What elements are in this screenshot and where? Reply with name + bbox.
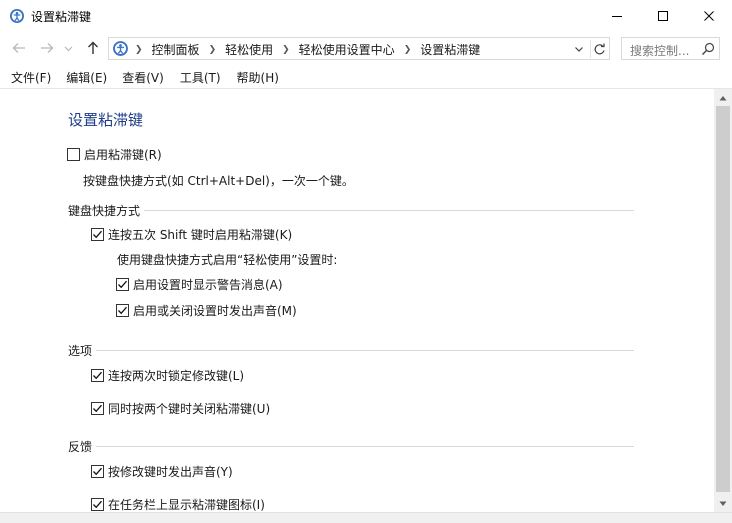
bottom-edge <box>0 512 732 523</box>
make-sound-option[interactable]: 启用或关闭设置时发出声音(M) <box>116 302 297 319</box>
address-history-button[interactable] <box>571 41 587 57</box>
shift-five-times-option[interactable]: 连按五次 Shift 键时启用粘滞键(K) <box>91 226 292 243</box>
options-section: 选项 <box>68 342 634 358</box>
checkmark-icon <box>118 280 127 289</box>
scroll-thumb[interactable] <box>716 106 730 492</box>
make-sound-label[interactable]: 启用或关闭设置时发出声音(M) <box>133 302 297 319</box>
minimize-icon <box>612 16 622 17</box>
lock-modifier-option[interactable]: 连按两次时锁定修改键(L) <box>91 367 244 384</box>
show-warning-option[interactable]: 启用设置时显示警告消息(A) <box>116 276 283 293</box>
triangle-up-icon <box>719 95 727 100</box>
section-title: 键盘快捷方式 <box>68 204 141 218</box>
section-divider <box>96 350 634 351</box>
feedback-section: 反馈 <box>68 438 634 454</box>
section-title: 反馈 <box>68 440 93 454</box>
shortcut-hint: 使用键盘快捷方式启用“轻松使用”设置时: <box>117 253 338 267</box>
minimize-button[interactable] <box>594 0 640 32</box>
search-box[interactable]: 搜索控制... <box>621 37 720 60</box>
scroll-up-button[interactable] <box>714 89 732 106</box>
enable-hint: 按键盘快捷方式(如 Ctrl+Alt+Del)，一次一个键。 <box>83 174 354 188</box>
chevron-right-icon[interactable]: ❯ <box>135 45 143 55</box>
turn-off-two-keys-option[interactable]: 同时按两个键时关闭粘滞键(U) <box>91 400 270 417</box>
scroll-down-button[interactable] <box>714 495 732 512</box>
breadcrumb-ease-of-access[interactable]: 轻松使用 <box>225 41 273 58</box>
breadcrumb-control-panel[interactable]: 控制面板 <box>152 41 200 58</box>
breadcrumb-ease-of-access-center[interactable]: 轻松使用设置中心 <box>299 41 395 58</box>
enable-sticky-keys-label[interactable]: 启用粘滞键(R) <box>84 146 162 163</box>
forward-button[interactable] <box>38 39 56 57</box>
modifier-sound-option[interactable]: 按修改键时发出声音(Y) <box>91 463 233 480</box>
address-bar[interactable]: ❯ 控制面板 ❯ 轻松使用 ❯ 轻松使用设置中心 ❯ 设置粘滞键 <box>108 37 610 60</box>
title-bar: 设置粘滞键 <box>0 0 732 32</box>
taskbar-icon-checkbox[interactable] <box>91 498 104 511</box>
chevron-right-icon[interactable]: ❯ <box>282 45 290 55</box>
vertical-scrollbar[interactable] <box>714 89 732 512</box>
menu-tools[interactable]: 工具(T) <box>180 66 221 88</box>
arrow-up-icon <box>88 41 98 54</box>
control-panel-icon <box>112 40 129 57</box>
chevron-down-icon <box>575 47 583 52</box>
section-title: 选项 <box>68 344 93 358</box>
taskbar-icon-option[interactable]: 在任务栏上显示粘滞键图标(I) <box>91 496 265 512</box>
refresh-button[interactable] <box>590 40 608 58</box>
menu-view[interactable]: 查看(V) <box>122 66 164 88</box>
back-button[interactable] <box>10 39 28 57</box>
chevron-right-icon[interactable]: ❯ <box>404 45 412 55</box>
breadcrumb-sticky-keys[interactable]: 设置粘滞键 <box>420 41 480 58</box>
chevron-down-icon <box>64 46 72 51</box>
lock-modifier-label[interactable]: 连按两次时锁定修改键(L) <box>108 367 244 384</box>
checkmark-icon <box>93 467 102 476</box>
keyboard-shortcut-section: 键盘快捷方式 <box>68 202 634 218</box>
shift-five-times-label[interactable]: 连按五次 Shift 键时启用粘滞键(K) <box>108 226 292 243</box>
show-warning-checkbox[interactable] <box>116 278 129 291</box>
search-icon[interactable] <box>700 41 716 57</box>
navigation-bar: ❯ 控制面板 ❯ 轻松使用 ❯ 轻松使用设置中心 ❯ 设置粘滞键 搜索控制... <box>0 32 732 64</box>
search-placeholder: 搜索控制... <box>630 44 690 58</box>
checkmark-icon <box>93 371 102 380</box>
section-divider <box>96 446 634 447</box>
up-button[interactable] <box>84 39 102 57</box>
window-title: 设置粘滞键 <box>31 10 92 24</box>
arrow-left-icon <box>12 43 25 53</box>
enable-sticky-keys-option[interactable]: 启用粘滞键(R) <box>67 146 162 163</box>
checkmark-icon <box>93 230 102 239</box>
recent-locations-button[interactable] <box>62 39 74 57</box>
turn-off-two-keys-checkbox[interactable] <box>91 402 104 415</box>
control-panel-icon <box>9 8 25 24</box>
arrow-right-icon <box>41 43 54 53</box>
close-button[interactable] <box>686 0 732 32</box>
lock-modifier-checkbox[interactable] <box>91 369 104 382</box>
checkmark-icon <box>93 404 102 413</box>
enable-sticky-keys-checkbox[interactable] <box>67 148 80 161</box>
menu-bar: 文件(F) 编辑(E) 查看(V) 工具(T) 帮助(H) <box>0 66 732 88</box>
menu-edit[interactable]: 编辑(E) <box>66 66 107 88</box>
refresh-icon <box>594 43 605 54</box>
chevron-right-icon[interactable]: ❯ <box>209 45 217 55</box>
settings-panel: 设置粘滞键 启用粘滞键(R) 按键盘快捷方式(如 Ctrl+Alt+Del)，一… <box>0 89 714 512</box>
page-title: 设置粘滞键 <box>68 111 144 129</box>
show-warning-label[interactable]: 启用设置时显示警告消息(A) <box>133 276 283 293</box>
maximize-button[interactable] <box>640 0 686 32</box>
checkmark-icon <box>93 500 102 509</box>
menu-help[interactable]: 帮助(H) <box>237 66 279 88</box>
breadcrumb: ❯ 控制面板 ❯ 轻松使用 ❯ 轻松使用设置中心 ❯ 设置粘滞键 <box>133 41 480 58</box>
triangle-down-icon <box>719 501 727 506</box>
maximize-icon <box>658 11 668 21</box>
checkmark-icon <box>118 306 127 315</box>
modifier-sound-label[interactable]: 按修改键时发出声音(Y) <box>108 463 233 480</box>
modifier-sound-checkbox[interactable] <box>91 465 104 478</box>
taskbar-icon-label[interactable]: 在任务栏上显示粘滞键图标(I) <box>108 496 265 512</box>
menu-file[interactable]: 文件(F) <box>11 66 51 88</box>
turn-off-two-keys-label[interactable]: 同时按两个键时关闭粘滞键(U) <box>108 400 270 417</box>
close-icon <box>704 11 714 21</box>
shift-five-times-checkbox[interactable] <box>91 228 104 241</box>
make-sound-checkbox[interactable] <box>116 304 129 317</box>
section-divider <box>144 210 634 211</box>
